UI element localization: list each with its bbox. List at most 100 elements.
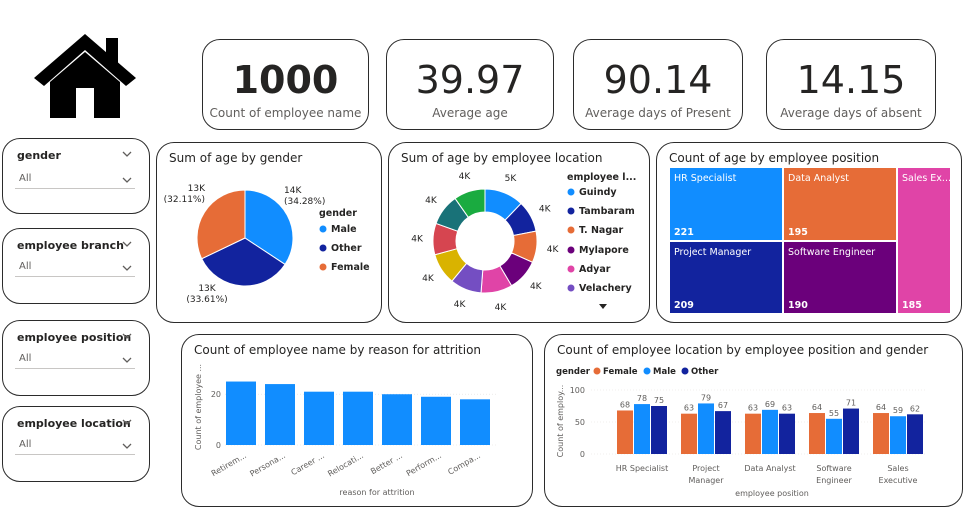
x-axis-title: reason for attrition	[339, 488, 414, 497]
column-male[interactable]	[826, 418, 842, 454]
chevron-down-icon	[122, 265, 132, 271]
kpi-card-average-age: 39.97 Average age	[386, 39, 554, 130]
legend-title: gender	[319, 208, 357, 219]
column-chart-location-by-position-gender[interactable]: Count of employee location by employee p…	[544, 334, 963, 507]
bar[interactable]	[343, 391, 373, 445]
column-male[interactable]	[890, 416, 906, 454]
slicer-employee-position[interactable]: employee position All	[2, 320, 150, 396]
bar[interactable]	[226, 381, 256, 445]
data-label: 67	[718, 401, 728, 410]
treemap-tile[interactable]	[898, 168, 950, 313]
treemap-value-label: 185	[902, 300, 922, 311]
kpi-card-average-present: 90.14 Average days of Present	[573, 39, 743, 130]
pie-chart-age-by-gender[interactable]: Sum of age by gender 14K (34.28%) 13K (3…	[156, 142, 382, 323]
bar-chart-attrition-reason[interactable]: Count of employee name by reason for att…	[181, 334, 533, 507]
x-tick-label: Persona...	[248, 451, 287, 479]
chevron-down-icon[interactable]	[121, 148, 133, 160]
data-label: 55	[829, 409, 839, 418]
data-label: 59	[893, 406, 903, 415]
data-label: 4K	[539, 205, 552, 215]
kpi-label: Average age	[432, 106, 508, 120]
legend-marker-female	[319, 263, 327, 271]
chevron-down-icon[interactable]	[121, 238, 133, 250]
bar[interactable]	[382, 394, 412, 445]
y-tick-label: 20	[211, 390, 221, 399]
column-female[interactable]	[617, 410, 633, 454]
column-female[interactable]	[681, 413, 697, 454]
legend-item: Guindy	[579, 187, 617, 198]
treemap-category-label: Sales Ex...	[902, 173, 951, 184]
slicer-dropdown[interactable]: All	[15, 259, 135, 277]
x-tick-label: Better ...	[369, 451, 404, 476]
chevron-down-icon[interactable]	[121, 416, 133, 428]
clustered-column-chart: gender Female Male Other 0 50 100 68 78 75 HR Spec…	[556, 367, 925, 498]
column-other[interactable]	[715, 411, 731, 454]
treemap-value-label: 195	[788, 227, 808, 238]
legend-marker	[643, 367, 651, 375]
data-label: 13K	[188, 184, 206, 194]
data-label: 14K	[284, 186, 302, 196]
kpi-card-average-absent: 14.15 Average days of absent	[766, 39, 936, 130]
x-tick-label: HR Specialist	[616, 464, 668, 473]
slicer-employee-branch[interactable]: employee branch All	[2, 228, 150, 304]
legend-marker	[567, 284, 575, 292]
data-label: 4K	[425, 196, 438, 206]
data-label: 13K	[198, 284, 216, 294]
kpi-value: 1000	[232, 58, 339, 102]
data-label: 78	[637, 394, 647, 403]
legend-item: Male	[653, 367, 676, 377]
bar[interactable]	[421, 396, 451, 445]
home-icon[interactable]	[30, 32, 140, 120]
treemap-value-label: 209	[674, 300, 694, 311]
legend-item: Other	[691, 367, 719, 377]
column-other[interactable]	[907, 414, 923, 454]
data-label: (33.61%)	[186, 295, 227, 305]
column-female[interactable]	[745, 413, 761, 454]
column-female[interactable]	[873, 413, 889, 454]
slicer-gender[interactable]: gender All	[2, 138, 150, 214]
slicer-dropdown[interactable]: All	[15, 437, 135, 455]
y-tick-label: 50	[575, 418, 585, 427]
legend-item: Mylapore	[579, 245, 629, 256]
slicer-employee-location[interactable]: employee location All	[2, 406, 150, 482]
column-other[interactable]	[779, 413, 795, 454]
y-tick-label: 0	[216, 441, 221, 450]
slicer-value: All	[19, 173, 32, 184]
slicer-dropdown[interactable]: All	[15, 171, 135, 189]
slicer-dropdown[interactable]: All	[15, 351, 135, 369]
column-male[interactable]	[634, 404, 650, 454]
treemap-value-label: 190	[788, 300, 808, 311]
legend-marker	[567, 188, 575, 196]
chevron-down-icon	[122, 177, 132, 183]
x-tick-label: Compa...	[446, 451, 482, 477]
column-female[interactable]	[809, 413, 825, 454]
bar-chart: 0 20 Retirem... Persona... Career ... Relocat…	[194, 364, 498, 497]
x-tick-label: Sales	[887, 464, 908, 473]
treemap-category-label: Data Analyst	[788, 173, 849, 184]
bar[interactable]	[265, 384, 295, 445]
data-label: (34.28%)	[284, 197, 325, 207]
chevron-down-icon[interactable]	[121, 330, 133, 342]
treemap-age-by-position[interactable]: Count of age by employee position HR Spe…	[656, 142, 962, 323]
legend-title: employee l...	[567, 172, 636, 183]
bar[interactable]	[304, 391, 334, 445]
donut-chart-age-by-location[interactable]: Sum of age by employee location 5K 4K 4K 4K…	[388, 142, 650, 323]
data-label: 64	[876, 403, 886, 412]
data-label: 4K	[411, 234, 424, 244]
column-other[interactable]	[843, 408, 859, 454]
y-axis-title: Count of employee ...	[194, 364, 203, 450]
slicer-title: gender	[17, 149, 61, 162]
x-tick-label: Data Analyst	[744, 464, 795, 473]
legend-marker	[681, 367, 689, 375]
column-other[interactable]	[651, 406, 667, 454]
data-label: (32.11%)	[164, 195, 205, 205]
column-male[interactable]	[698, 403, 714, 454]
bar[interactable]	[460, 399, 490, 445]
data-label: 5K	[505, 174, 518, 184]
column-male[interactable]	[762, 409, 778, 454]
treemap-category-label: Project Manager	[674, 247, 751, 258]
x-tick-label: Engineer	[816, 476, 852, 485]
data-label: 4K	[459, 172, 472, 182]
legend-item: Adyar	[579, 264, 611, 275]
legend-item: Female	[331, 262, 370, 273]
